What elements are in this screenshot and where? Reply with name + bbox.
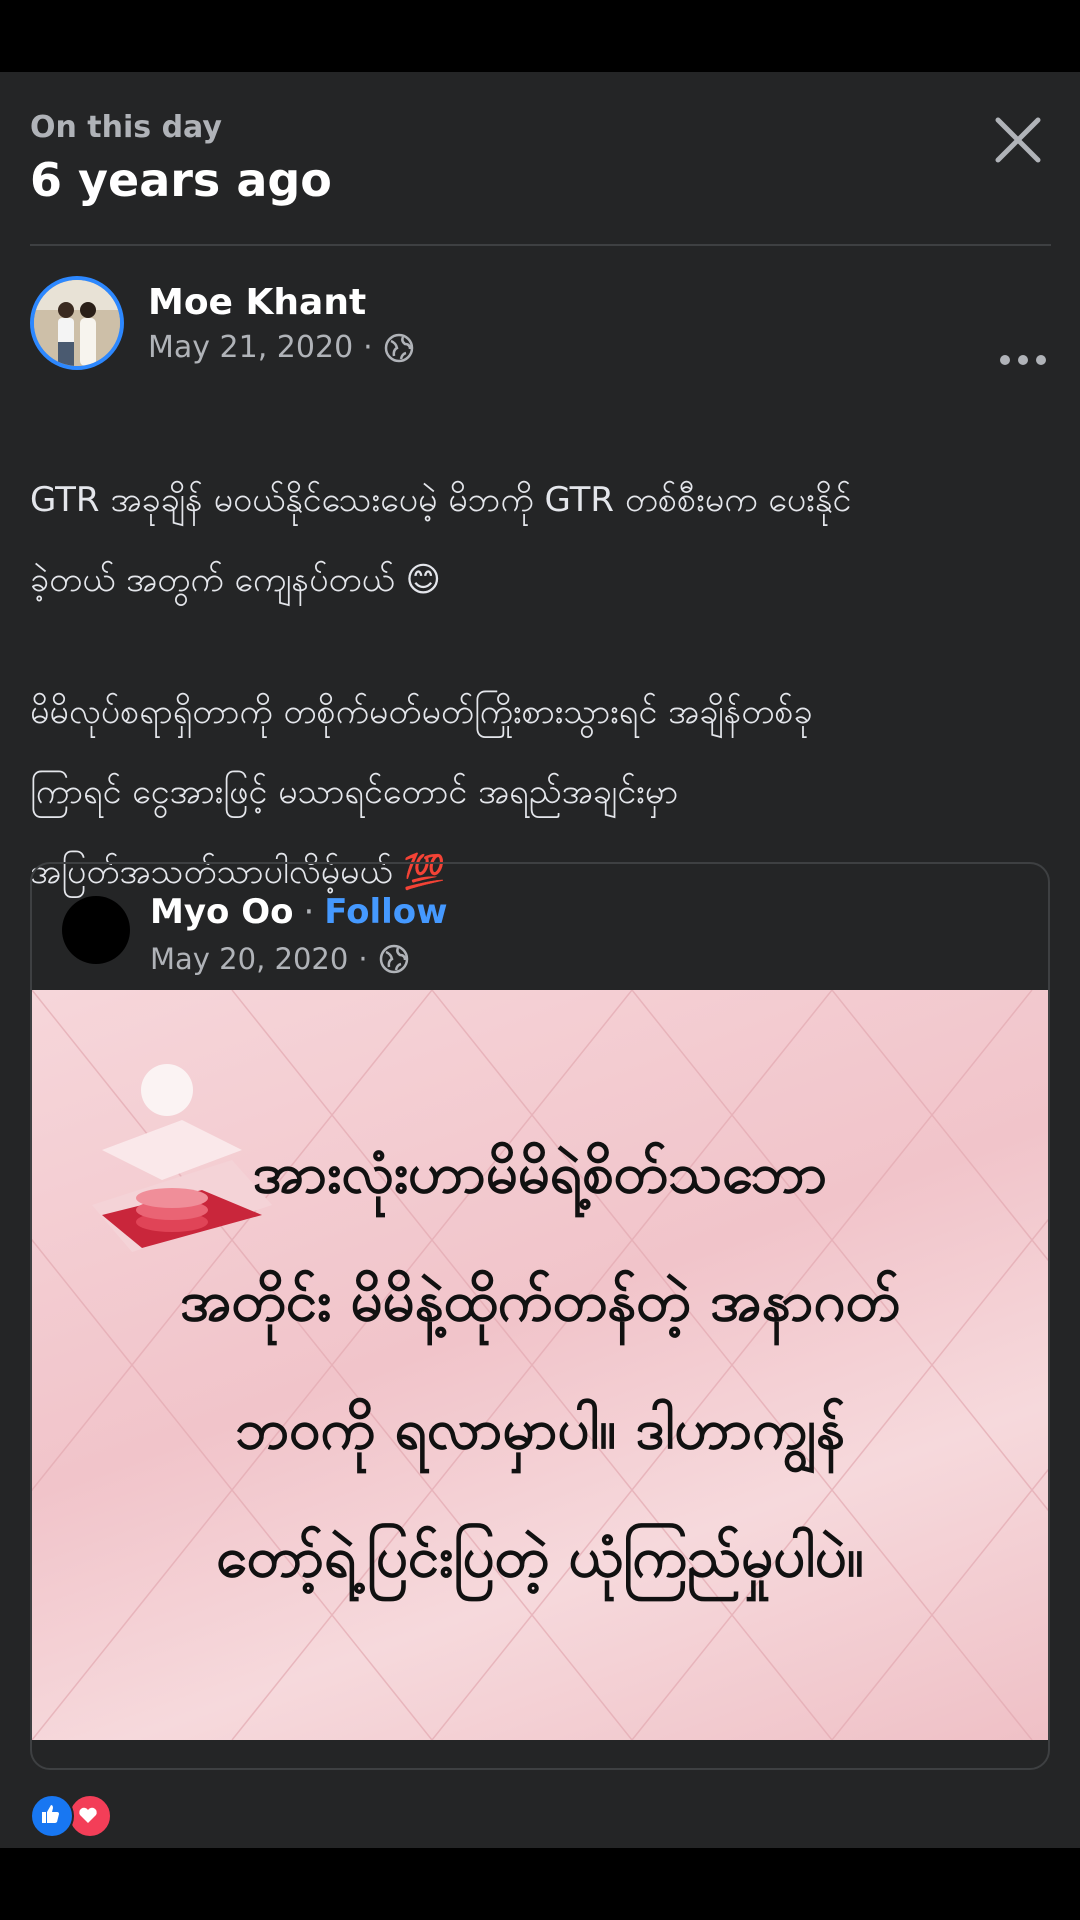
shared-author-avatar[interactable]	[62, 896, 130, 964]
post-text: GTR အခုချိန် မဝယ်နိုင်သေးပေမဲ့ မိဘကို GT…	[30, 460, 1050, 912]
status-bar	[0, 0, 1080, 72]
shared-author-name[interactable]: Myo Oo	[150, 892, 293, 932]
meta-separator: ·	[363, 330, 373, 365]
post-date[interactable]: May 21, 2020	[148, 330, 353, 365]
image-quote-line: အားလုံးဟာမိမိရဲ့စိတ်သဘော	[252, 1141, 828, 1206]
more-dot-icon	[1036, 355, 1046, 365]
image-quote-line: တော့်ရဲ့ပြင်းပြတဲ့ ယုံကြည်မှုပါပဲ။	[216, 1525, 864, 1590]
more-dot-icon	[1018, 355, 1028, 365]
post-text-line: မိမိလုပ်စရာရှိတာကို တစိုက်မတ်မတ်ကြိုးစား…	[30, 692, 813, 732]
shared-meta-separator: ·	[358, 942, 368, 976]
love-icon	[68, 1794, 112, 1838]
shared-post-meta: May 20, 2020 ·	[150, 942, 410, 976]
author-avatar[interactable]	[30, 276, 124, 370]
follow-button[interactable]: Follow	[324, 892, 447, 932]
image-quote: အားလုံးဟာမိမိရဲ့စိတ်သဘော အတိုင်း မိမိနဲ့…	[32, 1110, 1048, 1622]
shared-post-card[interactable]: Myo Oo · Follow May 20, 2020 · အားလုံးဟာ…	[30, 862, 1050, 1770]
profile-photo	[34, 280, 120, 366]
post-text-line: ခဲ့တယ် အတွက် ကျေနပ်တယ် 😊	[30, 560, 441, 600]
globe-icon	[384, 333, 413, 362]
image-quote-line: ဘဝကို ရလာမှာပါ။ ဒါဟာကျွန်	[235, 1397, 845, 1462]
shared-separator: ·	[303, 892, 315, 932]
memory-subtitle: On this day	[30, 110, 222, 145]
shared-post-image[interactable]: အားလုံးဟာမိမိရဲ့စိတ်သဘော အတိုင်း မိမိနဲ့…	[32, 990, 1048, 1740]
shared-author-row: Myo Oo · Follow	[150, 892, 448, 932]
post-meta: May 21, 2020 ·	[148, 330, 415, 365]
close-icon	[995, 117, 1041, 163]
memory-header: On this day 6 years ago	[30, 108, 332, 210]
close-button[interactable]	[990, 112, 1046, 168]
memory-title: 6 years ago	[30, 153, 332, 207]
memory-sheet: On this day 6 years ago Moe Khant May 21…	[0, 72, 1080, 1848]
more-options-button[interactable]	[1000, 350, 1046, 370]
shared-post-date[interactable]: May 20, 2020	[150, 942, 348, 976]
reaction-summary[interactable]	[30, 1794, 112, 1838]
post-text-line: GTR အခုချိန် မဝယ်နိုင်သေးပေမဲ့ မိဘကို GT…	[30, 480, 852, 520]
post-text-line: ကြာရင် ငွေအားဖြင့် မသာရင်တောင် အရည်အချင်…	[30, 772, 679, 812]
navigation-bar	[0, 1848, 1080, 1920]
image-quote-line: အတိုင်း မိမိနဲ့ထိုက်တန်တဲ့ အနာဂတ်	[179, 1269, 901, 1334]
more-dot-icon	[1000, 355, 1010, 365]
like-icon	[30, 1794, 74, 1838]
globe-icon	[379, 944, 408, 974]
header-divider	[30, 244, 1051, 246]
author-name[interactable]: Moe Khant	[148, 282, 366, 323]
